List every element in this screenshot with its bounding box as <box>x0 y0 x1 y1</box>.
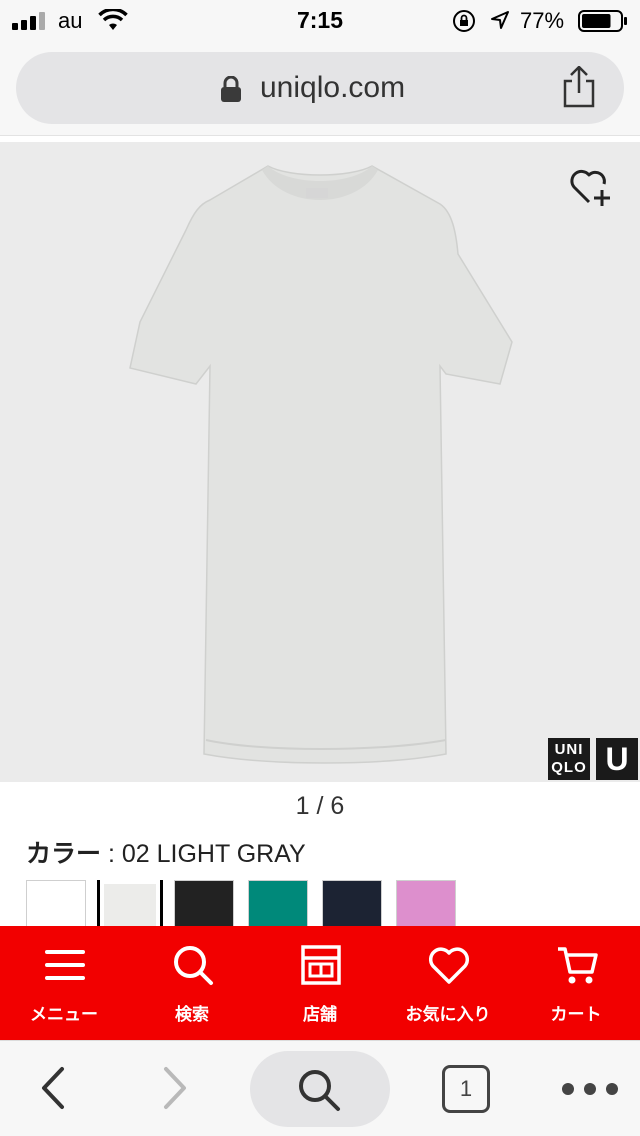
product-image[interactable]: UNI QLO U <box>0 142 640 782</box>
rotation-lock-icon <box>453 10 475 32</box>
color-value: 02 LIGHT GRAY <box>121 840 306 868</box>
cart-icon <box>558 947 598 984</box>
url-text: uniqlo.com <box>260 71 406 104</box>
location-icon <box>491 11 509 29</box>
tabs-button[interactable]: 1 <box>442 1065 490 1113</box>
forward-icon[interactable] <box>154 1063 194 1113</box>
product-photo <box>129 165 513 764</box>
color-swatches <box>26 880 626 926</box>
battery-icon <box>578 10 627 32</box>
store-icon <box>301 945 341 985</box>
battery-percent: 77% <box>520 8 565 33</box>
nav-store[interactable]: 店舗 <box>256 926 384 1040</box>
uniqlo-u-logo: U <box>596 738 638 780</box>
search-icon <box>299 1070 340 1111</box>
color-swatch[interactable] <box>322 880 382 926</box>
color-swatch[interactable] <box>26 880 86 926</box>
nav-cart[interactable]: カート <box>512 926 640 1040</box>
nav-cart-label: カート <box>550 1005 602 1024</box>
color-swatch[interactable] <box>396 880 456 926</box>
share-icon[interactable] <box>560 66 598 108</box>
heart-icon <box>428 947 470 984</box>
image-pager: 1 / 6 <box>295 792 345 820</box>
color-swatch[interactable] <box>97 880 163 926</box>
color-separator: : <box>101 840 122 868</box>
menu-icon <box>45 950 85 980</box>
browser-toolbar: 1 <box>0 1040 640 1136</box>
nav-search[interactable]: 検索 <box>128 926 256 1040</box>
color-swatch[interactable] <box>174 880 234 926</box>
nav-search-label: 検索 <box>175 1005 209 1024</box>
nav-store-label: 店舗 <box>303 1005 337 1024</box>
add-to-favorites-icon[interactable] <box>568 166 614 208</box>
browser-header: uniqlo.com <box>0 40 640 136</box>
address-bar[interactable]: uniqlo.com <box>16 52 624 124</box>
nav-menu[interactable]: メニュー <box>0 926 128 1040</box>
search-icon <box>174 946 213 985</box>
toolbar-search-button[interactable] <box>250 1051 390 1127</box>
color-key: カラー <box>26 840 102 868</box>
status-bar: au 7:15 77% <box>0 0 640 40</box>
back-icon[interactable] <box>34 1063 74 1113</box>
uniqlo-logo: UNI QLO <box>548 738 590 780</box>
more-icon[interactable] <box>560 1079 620 1099</box>
nav-favorites[interactable]: お気に入り <box>384 926 512 1040</box>
site-nav: メニュー 検索 店舗 お気に入り カート <box>0 926 640 1040</box>
nav-menu-label: メニュー <box>30 1005 98 1024</box>
color-label: カラー : 02 LIGHT GRAY <box>26 834 306 870</box>
nav-favorites-label: お気に入り <box>405 1005 491 1024</box>
color-swatch[interactable] <box>248 880 308 926</box>
padlock-icon <box>221 76 241 102</box>
